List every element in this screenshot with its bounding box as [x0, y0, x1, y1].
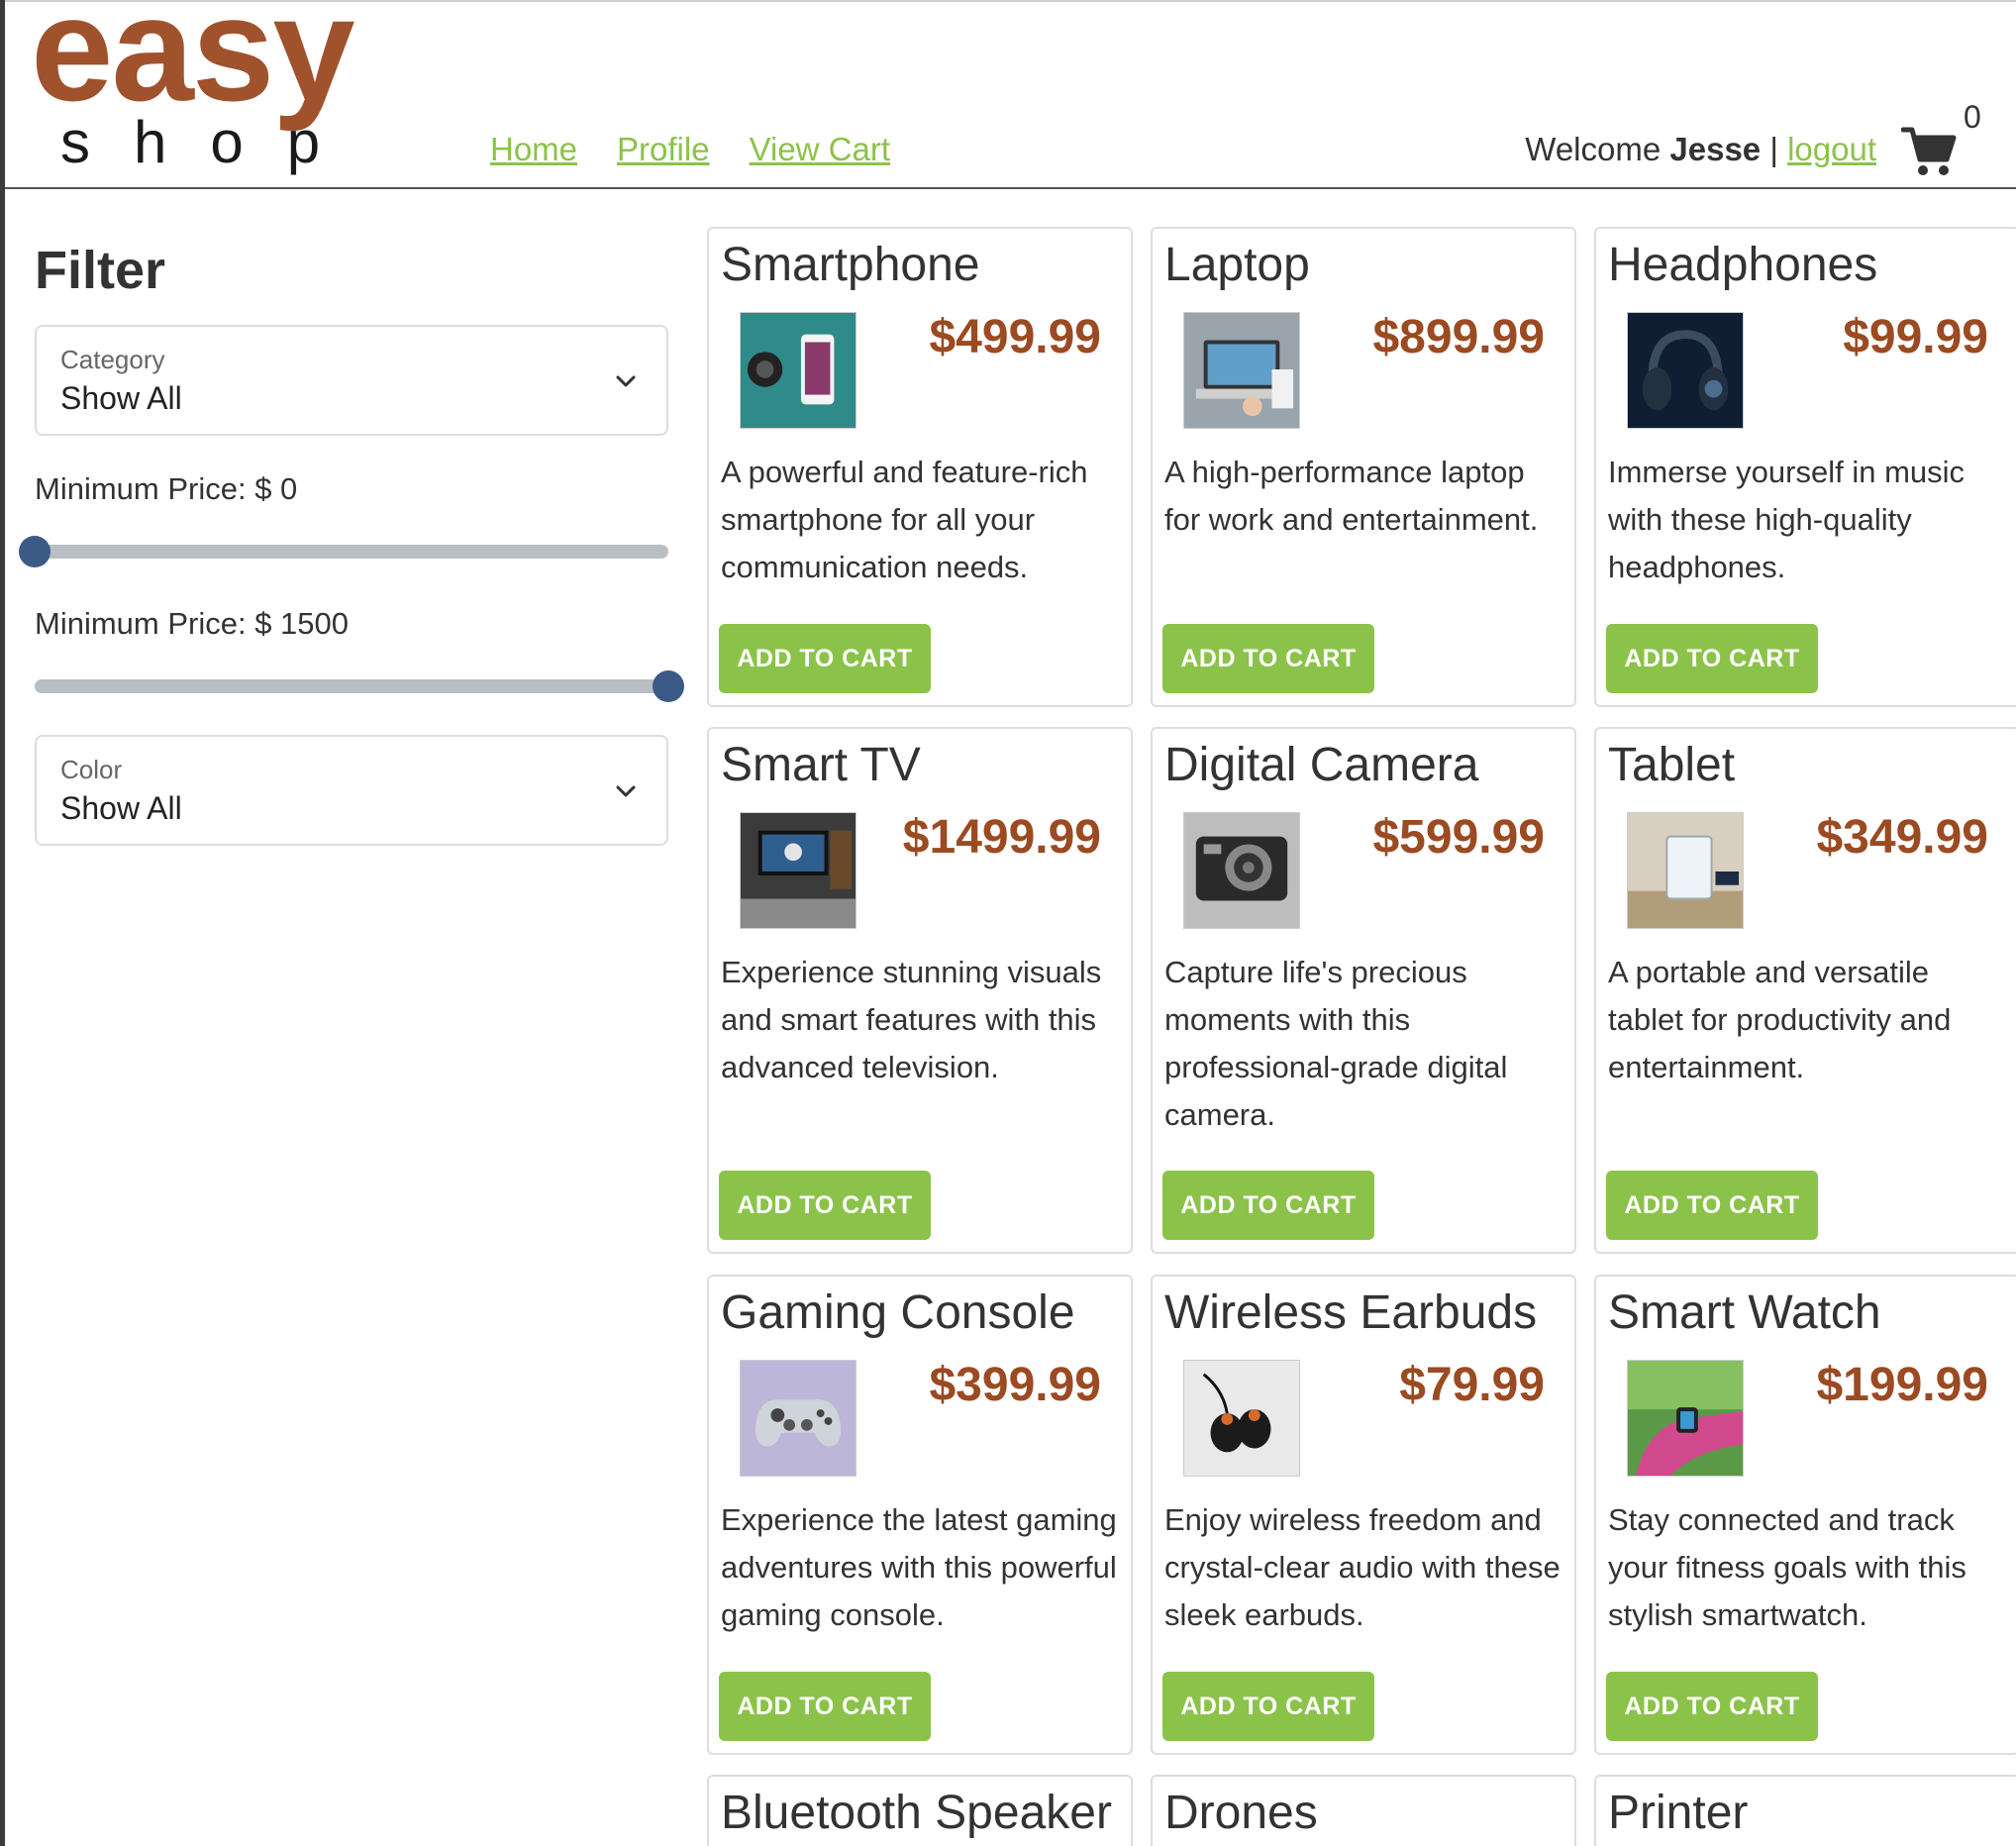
separator: |	[1769, 131, 1778, 167]
add-to-cart-button[interactable]: ADD TO CART	[1606, 1171, 1818, 1240]
product-card: Gaming Console $399.99 Experience the late…	[707, 1275, 1133, 1755]
add-to-cart-button[interactable]: ADD TO CART	[719, 1171, 931, 1240]
product-title: Headphones	[1608, 239, 1878, 291]
max-price-slider[interactable]	[35, 666, 684, 705]
add-to-cart-button[interactable]: ADD TO CART	[1606, 624, 1818, 693]
category-label: Category	[60, 345, 165, 374]
product-card: Bluetooth Speaker	[707, 1775, 1133, 1846]
chevron-down-icon	[616, 375, 636, 387]
filter-sidebar: Filter Category Show All Minimum Price: …	[19, 238, 684, 846]
product-image[interactable]	[740, 312, 857, 429]
product-image[interactable]	[1183, 812, 1300, 929]
product-card: Headphones $99.99 Immerse yourself in musi…	[1594, 227, 2016, 707]
add-to-cart-button[interactable]: ADD TO CART	[1162, 1672, 1374, 1741]
product-card: Smartphone $499.99 A powerful and feature-…	[707, 227, 1133, 707]
product-title: Tablet	[1608, 739, 1736, 791]
product-price: $499.99	[929, 311, 1101, 363]
product-description: Experience the latest gaming adventures …	[721, 1502, 1117, 1632]
welcome-prefix: Welcome	[1525, 131, 1662, 167]
product-price: $349.99	[1816, 811, 1988, 864]
add-to-cart-button[interactable]: ADD TO CART	[1606, 1672, 1818, 1741]
main-nav: Home Profile View Cart	[490, 131, 890, 168]
color-value: Show All	[60, 790, 182, 826]
product-price: $899.99	[1372, 311, 1545, 363]
chevron-down-icon	[616, 785, 636, 797]
product-title: Printer	[1608, 1787, 1749, 1839]
product-card: Laptop $899.99 A high-performance laptop f…	[1151, 227, 1576, 707]
max-price-label: Minimum Price: $ 1500	[35, 606, 350, 641]
product-price: $99.99	[1843, 311, 1988, 363]
product-title: Wireless Earbuds	[1164, 1286, 1538, 1339]
product-title: Drones	[1164, 1787, 1318, 1839]
product-description: Immerse yourself in music with these hig…	[1608, 455, 1966, 584]
product-card: Printer	[1594, 1775, 2016, 1846]
product-card: Smart TV $1499.99 Experience stunning visu…	[707, 727, 1133, 1254]
shopping-cart-icon[interactable]	[1901, 126, 1957, 177]
logo-bottom-text: shop	[60, 109, 364, 175]
product-price: $599.99	[1372, 811, 1545, 864]
product-description: Enjoy wireless freedom and crystal-clear…	[1164, 1502, 1561, 1632]
product-card: Drones	[1151, 1775, 1576, 1846]
product-image[interactable]	[1627, 812, 1744, 929]
product-title: Smart Watch	[1608, 1286, 1881, 1339]
logout-link[interactable]: logout	[1787, 131, 1876, 167]
product-price: $399.99	[929, 1359, 1101, 1411]
category-value: Show All	[60, 380, 182, 416]
category-select[interactable]: Category Show All	[35, 325, 668, 436]
min-price-slider[interactable]	[19, 531, 668, 570]
product-price: $79.99	[1399, 1359, 1545, 1411]
product-price: $199.99	[1816, 1359, 1988, 1411]
min-price-label: Minimum Price: $ 0	[35, 471, 298, 506]
add-to-cart-button[interactable]: ADD TO CART	[719, 1672, 931, 1741]
nav-view-cart-link[interactable]: View Cart	[750, 131, 890, 168]
nav-home-link[interactable]: Home	[490, 131, 577, 168]
slider-thumb[interactable]	[653, 670, 684, 702]
product-card: Digital Camera $599.99 Capture life's prec…	[1151, 727, 1576, 1254]
add-to-cart-button[interactable]: ADD TO CART	[719, 624, 931, 693]
welcome-message: Welcome Jesse | logout	[1525, 131, 1876, 168]
product-title: Smart TV	[721, 739, 921, 791]
product-image[interactable]	[740, 1360, 857, 1477]
product-card: Tablet $349.99 A portable and versatile ta…	[1594, 727, 2016, 1254]
page: easy shop Home Profile View Cart Welcome…	[0, 0, 2016, 1846]
product-description: Stay connected and track your fitness go…	[1608, 1502, 1966, 1632]
product-description: A high-performance laptop for work and e…	[1164, 455, 1539, 537]
product-image[interactable]	[1183, 312, 1300, 429]
add-to-cart-button[interactable]: ADD TO CART	[1162, 1171, 1374, 1240]
product-title: Bluetooth Speaker	[721, 1787, 1112, 1839]
slider-track	[35, 545, 668, 559]
nav-profile-link[interactable]: Profile	[617, 131, 710, 168]
cart-count: 0	[1964, 99, 1981, 135]
color-select[interactable]: Color Show All	[35, 735, 668, 846]
product-card: Smart Watch $199.99 Stay connected and tra…	[1594, 1275, 2016, 1755]
product-title: Gaming Console	[721, 1286, 1075, 1339]
product-description: Capture life's precious moments with thi…	[1164, 955, 1508, 1132]
product-price: $1499.99	[902, 811, 1101, 864]
slider-track	[35, 679, 668, 693]
product-title: Laptop	[1164, 239, 1310, 291]
slider-thumb[interactable]	[19, 536, 50, 567]
window-edge	[0, 0, 5, 1846]
product-title: Smartphone	[721, 239, 980, 291]
product-image[interactable]	[1627, 312, 1744, 429]
product-card: Wireless Earbuds $79.99 Enjoy wireless fre…	[1151, 1275, 1576, 1755]
filter-title: Filter	[35, 241, 166, 300]
product-image[interactable]	[1627, 1360, 1744, 1477]
username: Jesse	[1669, 131, 1762, 167]
add-to-cart-button[interactable]: ADD TO CART	[1162, 624, 1374, 693]
product-description: A portable and versatile tablet for prod…	[1608, 955, 1952, 1084]
header: easy shop Home Profile View Cart Welcome…	[5, 0, 2016, 189]
product-description: A powerful and feature-rich smartphone f…	[721, 455, 1088, 584]
product-image[interactable]	[740, 812, 857, 929]
logo[interactable]: easy shop	[31, 0, 466, 180]
product-image[interactable]	[1183, 1360, 1300, 1477]
product-title: Digital Camera	[1164, 739, 1479, 791]
color-label: Color	[60, 755, 123, 784]
product-description: Experience stunning visuals and smart fe…	[721, 955, 1102, 1084]
logo-top-text: easy	[31, 0, 355, 132]
